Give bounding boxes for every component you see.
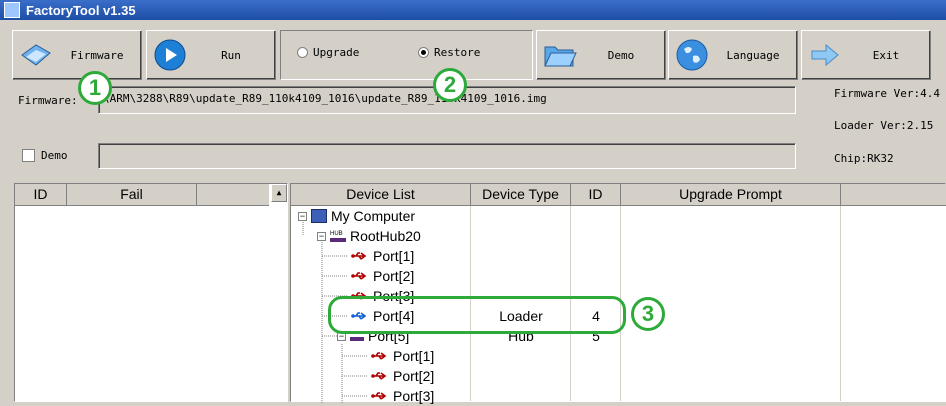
- usb-icon: [351, 272, 367, 280]
- play-icon: [153, 38, 187, 72]
- restore-radio-label: Restore: [434, 46, 481, 59]
- arrow-right-icon: [808, 38, 842, 72]
- callout-3: 3: [631, 297, 665, 331]
- fail-header-fail[interactable]: Fail: [67, 184, 197, 206]
- collapse-toggle[interactable]: −: [298, 211, 307, 221]
- fail-header-blank: [197, 184, 269, 206]
- demo-button-label: Demo: [607, 48, 635, 62]
- exit-button[interactable]: Exit: [801, 30, 931, 80]
- highlight-outline: [328, 296, 626, 334]
- exit-button-label: Exit: [872, 48, 900, 62]
- app-icon: [4, 2, 20, 18]
- hub-icon: HUB: [330, 230, 346, 242]
- device-header-prompt[interactable]: Upgrade Prompt: [621, 184, 841, 206]
- tree-node-label: RootHub20: [350, 228, 421, 244]
- language-button-label: Language: [726, 48, 780, 62]
- device-header-type[interactable]: Device Type: [471, 184, 571, 206]
- callout-1: 1: [78, 71, 112, 105]
- restore-radio-dot: [418, 47, 429, 58]
- run-button-label: Run: [221, 48, 241, 62]
- firmware-icon: [19, 38, 53, 72]
- tree-node-port[interactable]: Port[2]: [351, 266, 414, 286]
- firmware-button[interactable]: Firmware: [12, 30, 142, 80]
- device-header-id[interactable]: ID: [571, 184, 621, 206]
- device-header-blank: [841, 184, 946, 206]
- fail-header-id[interactable]: ID: [15, 184, 67, 206]
- chip-text: Chip:RK32: [834, 152, 894, 165]
- collapse-toggle[interactable]: −: [317, 231, 326, 241]
- firmware-label: Firmware:: [18, 94, 78, 107]
- demo-button[interactable]: Demo: [536, 30, 666, 80]
- tree-node-port[interactable]: Port[3]: [371, 386, 434, 406]
- run-button[interactable]: Run: [146, 30, 276, 80]
- scroll-up-button[interactable]: ▲: [271, 184, 287, 202]
- column-divider: [840, 206, 841, 401]
- globe-icon: [675, 38, 709, 72]
- computer-icon: [311, 209, 327, 223]
- folder-icon: [543, 38, 577, 72]
- device-table[interactable]: Device List Device Type ID Upgrade Promp…: [290, 183, 946, 404]
- tree-node-label: Port[2]: [373, 268, 415, 284]
- loader-version-text: Loader Ver:2.15: [834, 119, 934, 132]
- window-title: FactoryTool v1.35: [26, 2, 136, 18]
- firmware-button-label: Firmware: [70, 48, 124, 62]
- demo-checkbox-label: Demo: [41, 149, 68, 162]
- tree-node-port[interactable]: Port[2]: [371, 366, 434, 386]
- tree-node-label: Port[1]: [393, 348, 435, 364]
- upgrade-radio-dot: [297, 47, 308, 58]
- tree-node-label: Port[2]: [393, 368, 435, 384]
- usb-icon: [371, 352, 387, 360]
- usb-icon: [351, 252, 367, 260]
- tree-node-label: Port[1]: [373, 248, 415, 264]
- usb-icon: [371, 372, 387, 380]
- demo-checkbox[interactable]: [22, 149, 35, 162]
- tree-node-port[interactable]: Port[1]: [371, 346, 434, 366]
- tree-node-port[interactable]: Port[1]: [351, 246, 414, 266]
- usb-icon: [371, 392, 387, 400]
- firmware-version-text: Firmware Ver:4.4: [834, 87, 940, 100]
- tree-node-my-computer[interactable]: − My Computer: [298, 206, 415, 226]
- demo-path-field[interactable]: [98, 143, 796, 169]
- tree-node-roothub[interactable]: − HUB RootHub20: [317, 226, 421, 246]
- mode-group: Upgrade Restore: [280, 30, 533, 80]
- tree-node-label: My Computer: [331, 208, 416, 224]
- callout-2: 2: [433, 68, 467, 102]
- upgrade-radio-label: Upgrade: [313, 46, 360, 59]
- title-bar: FactoryTool v1.35: [0, 0, 946, 20]
- language-button[interactable]: Language: [668, 30, 798, 80]
- fail-table[interactable]: ID Fail ▲: [14, 183, 288, 402]
- upgrade-radio[interactable]: Upgrade: [297, 46, 359, 59]
- restore-radio[interactable]: Restore: [418, 46, 480, 59]
